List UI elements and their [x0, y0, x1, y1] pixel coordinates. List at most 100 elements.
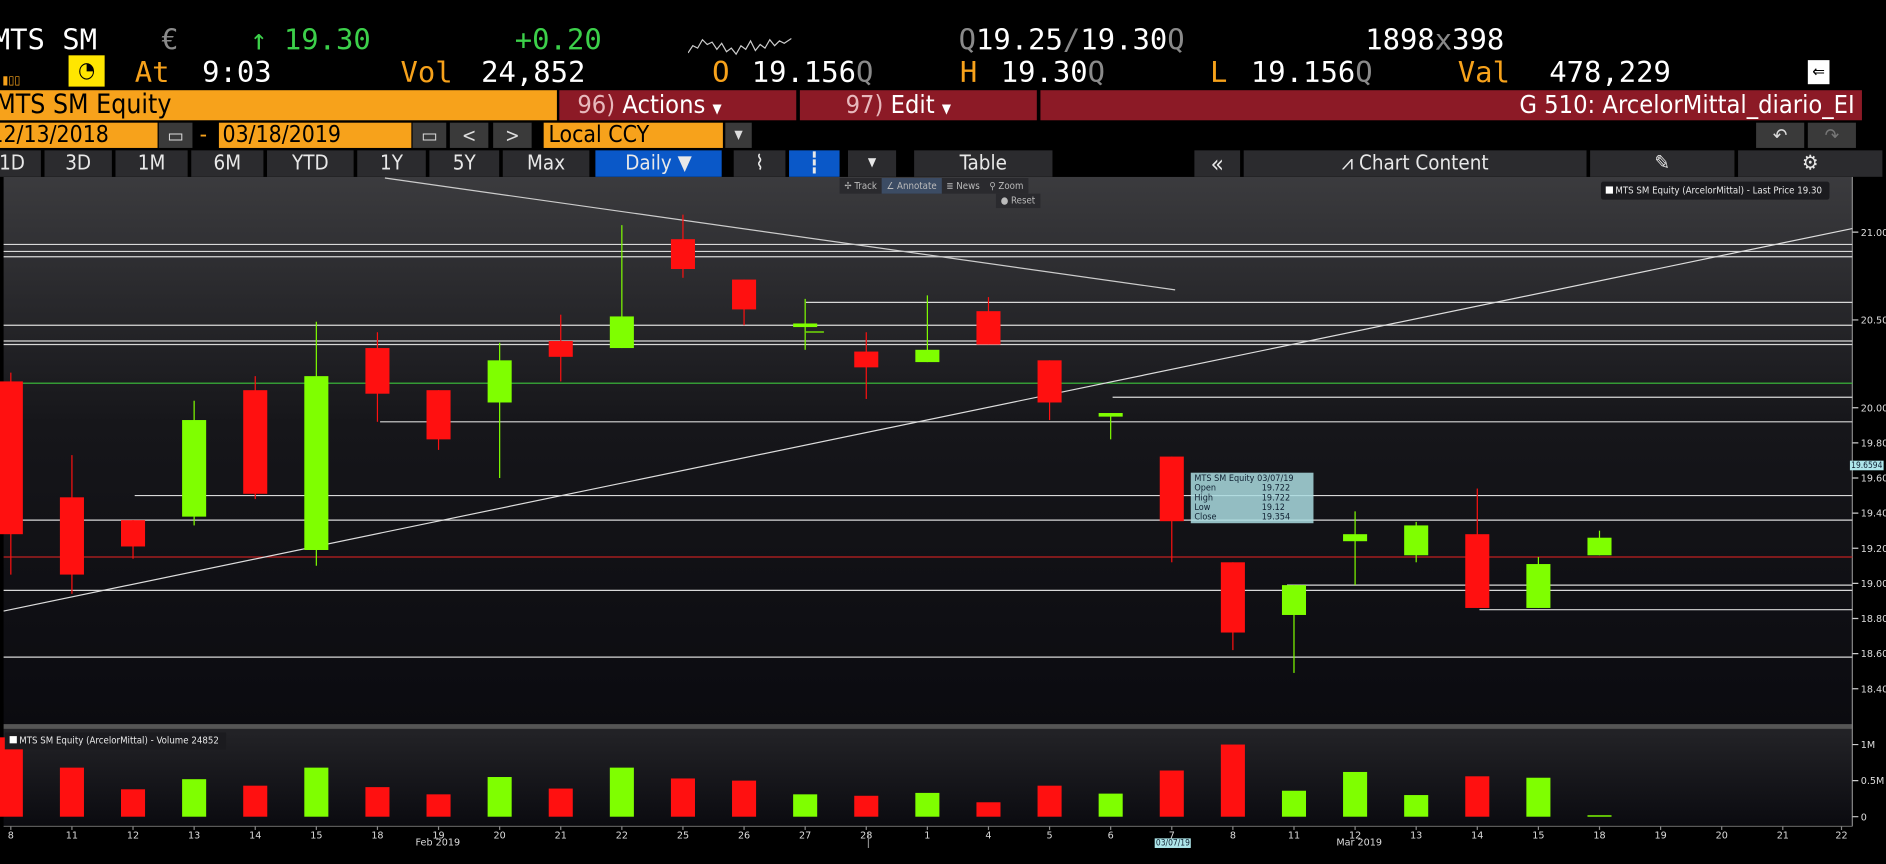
- volume-bar[interactable]: [548, 788, 573, 817]
- range-3d[interactable]: 3D: [44, 150, 112, 177]
- edit-menu[interactable]: 97) Edit ▼: [799, 90, 1037, 121]
- volume-bar[interactable]: [1343, 771, 1368, 817]
- volume-bar[interactable]: [915, 792, 940, 817]
- candle-body[interactable]: [1159, 456, 1184, 522]
- candle-body[interactable]: [365, 348, 390, 394]
- candle-body[interactable]: [670, 239, 695, 270]
- start-date-input[interactable]: 12/13/2018: [0, 122, 158, 148]
- month-label: Feb 2019: [416, 838, 461, 849]
- candle-body[interactable]: [426, 390, 451, 440]
- candle-body[interactable]: [121, 520, 146, 547]
- range-1y[interactable]: 1Y: [357, 150, 426, 177]
- volume-bar[interactable]: [426, 794, 451, 817]
- prev-period-button[interactable]: <: [449, 122, 489, 148]
- volume-bar[interactable]: [243, 785, 268, 817]
- range-1d[interactable]: 1D: [0, 150, 41, 177]
- chart-content-button[interactable]: ⩘ Chart Content: [1243, 150, 1587, 177]
- candle-body[interactable]: [609, 316, 634, 349]
- volume-bar[interactable]: [854, 795, 879, 817]
- date-tick-label: 20: [1716, 830, 1728, 841]
- candle-body[interactable]: [304, 376, 329, 550]
- edit-chart-icon[interactable]: ✎: [1590, 150, 1735, 177]
- table-button[interactable]: Table: [914, 150, 1053, 177]
- volume-bar[interactable]: [1037, 785, 1062, 817]
- range-max[interactable]: Max: [502, 150, 590, 177]
- candle-body[interactable]: [1281, 585, 1307, 615]
- volume-bar[interactable]: [1281, 790, 1307, 817]
- chevron-down-icon[interactable]: ▼: [725, 122, 752, 148]
- volume-bar[interactable]: [976, 802, 1001, 817]
- date-tick-label: 5: [1047, 830, 1053, 841]
- volume-bar[interactable]: [1404, 795, 1429, 817]
- candle-body[interactable]: [243, 390, 268, 494]
- candle-body[interactable]: [1037, 360, 1062, 403]
- volume-bar[interactable]: [487, 777, 512, 817]
- candle-body[interactable]: [854, 351, 879, 368]
- actions-menu[interactable]: 96) Actions ▼: [559, 90, 797, 121]
- news-tool[interactable]: ≣ News: [941, 180, 984, 191]
- price-chart[interactable]: 21.00 20.50 20.00 19.80 19.60 19.40 19.20 19.00…: [0, 176, 1886, 864]
- chevron-down-icon[interactable]: ▼: [847, 150, 897, 177]
- candle-body[interactable]: [59, 497, 84, 575]
- range-5y[interactable]: 5Y: [429, 150, 500, 177]
- volume-bar[interactable]: [1587, 815, 1612, 817]
- range-6m[interactable]: 6M: [191, 150, 264, 177]
- panel-divider[interactable]: [3, 724, 1853, 729]
- volume-bar[interactable]: [670, 778, 695, 817]
- volume-bar[interactable]: [1220, 744, 1245, 817]
- candlestick-icon[interactable]: ┇: [789, 150, 840, 177]
- volume-bar[interactable]: [1159, 770, 1184, 817]
- annotate-tool[interactable]: ∠ Annotate: [881, 178, 942, 194]
- volume-bar[interactable]: [1098, 793, 1123, 817]
- candle-body[interactable]: [976, 311, 1001, 345]
- volume-bar[interactable]: [365, 787, 390, 817]
- currency-select[interactable]: Local CCY: [543, 122, 723, 148]
- candle-body[interactable]: [548, 341, 573, 357]
- redo-icon[interactable]: ↷: [1807, 122, 1856, 148]
- volume-bar[interactable]: [121, 789, 146, 817]
- candle-body[interactable]: [487, 360, 512, 403]
- open-value: 19.156Q: [751, 55, 874, 90]
- collapse-button[interactable]: «: [1194, 150, 1241, 177]
- export-icon[interactable]: ⇐: [1807, 60, 1830, 85]
- range-1m[interactable]: 1M: [115, 150, 188, 177]
- range-ytd[interactable]: YTD: [267, 150, 354, 177]
- calendar-icon[interactable]: ▭: [412, 122, 447, 148]
- candle-body[interactable]: [182, 420, 207, 517]
- track-tool[interactable]: ✢ Track: [840, 180, 882, 191]
- line-chart-icon[interactable]: ⌇: [733, 150, 786, 177]
- volume-bar[interactable]: [1465, 776, 1490, 817]
- candle-body[interactable]: [0, 381, 23, 535]
- undo-icon[interactable]: ↶: [1756, 122, 1805, 148]
- calendar-icon[interactable]: ▭: [158, 122, 193, 148]
- end-date-input[interactable]: 03/18/2019: [218, 122, 412, 148]
- candle-body[interactable]: [915, 349, 940, 363]
- volume-bar[interactable]: [182, 779, 207, 817]
- candle-body[interactable]: [1404, 525, 1429, 556]
- security-field[interactable]: MTS SM Equity: [0, 90, 557, 121]
- period-select[interactable]: Daily ▼: [595, 150, 722, 177]
- volume-bar[interactable]: [59, 767, 84, 817]
- candle-body[interactable]: [1587, 537, 1612, 556]
- candle-body[interactable]: [1098, 413, 1123, 417]
- candle-body[interactable]: [1526, 564, 1551, 608]
- low-label: L: [1210, 55, 1228, 90]
- volume-bar[interactable]: [793, 794, 818, 817]
- settings-gear-icon[interactable]: ⚙: [1738, 150, 1883, 177]
- candle-body[interactable]: [1343, 534, 1368, 542]
- volume-bar[interactable]: [1526, 777, 1551, 817]
- candle-body[interactable]: [1465, 534, 1490, 608]
- zoom-tool[interactable]: ⚲ Zoom: [985, 180, 1029, 191]
- gauge-icon[interactable]: ◔: [68, 55, 105, 87]
- volume-legend[interactable]: MTS SM Equity (ArcelorMittal) - Volume 2…: [4, 732, 227, 750]
- reset-button[interactable]: ● Reset: [995, 193, 1041, 209]
- chart-tools: ✢ Track ∠ Annotate ≣ News ⚲ Zoom: [839, 178, 1029, 194]
- volume-bar[interactable]: [304, 767, 329, 817]
- price-legend[interactable]: MTS SM Equity (ArcelorMittal) - Last Pri…: [1600, 181, 1830, 200]
- candle-body[interactable]: [793, 323, 818, 328]
- next-period-button[interactable]: >: [493, 122, 532, 148]
- volume-bar[interactable]: [732, 780, 757, 817]
- volume-bar[interactable]: [609, 767, 634, 817]
- candle-body[interactable]: [732, 279, 757, 310]
- candle-body[interactable]: [1220, 562, 1245, 633]
